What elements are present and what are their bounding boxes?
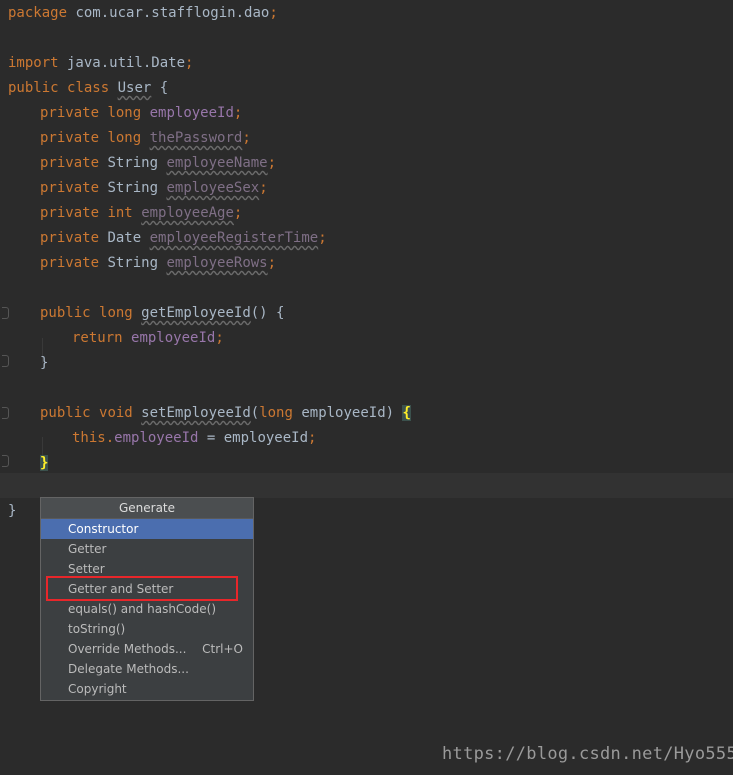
- code-line-close-brace: }: [40, 355, 49, 371]
- fold-marker-icon[interactable]: [2, 407, 9, 419]
- highlight-box: [46, 576, 238, 601]
- menu-item-tostring[interactable]: toString(): [41, 619, 253, 639]
- shortcut-label: Ctrl+O: [202, 642, 243, 656]
- watermark: https://blog.csdn.net/Hyo555: [442, 744, 733, 764]
- menu-item-constructor[interactable]: Constructor: [41, 519, 253, 539]
- code-line-getter-decl: public long getEmployeeId() {: [40, 305, 285, 321]
- menu-item-override-methods[interactable]: Override Methods... Ctrl+O: [41, 639, 253, 659]
- menu-item-delegate-methods[interactable]: Delegate Methods...: [41, 659, 253, 679]
- current-line-highlight: [0, 473, 733, 498]
- code-line-class-decl: public class User {: [8, 80, 169, 96]
- code-line-assign: this.employeeId = employeeId;: [72, 430, 317, 446]
- code-line-field: private long employeeId;: [40, 105, 243, 121]
- fold-marker-icon[interactable]: [2, 355, 9, 367]
- code-line-field: private long thePassword;: [40, 130, 251, 146]
- code-line-setter-decl: public void setEmployeeId(long employeeI…: [40, 405, 411, 421]
- menu-item-getter[interactable]: Getter: [41, 539, 253, 559]
- code-line-field: private String employeeSex;: [40, 180, 268, 196]
- fold-marker-icon[interactable]: [2, 307, 9, 319]
- fold-marker-icon[interactable]: [2, 455, 9, 467]
- code-line-field: private int employeeAge;: [40, 205, 243, 221]
- menu-item-copyright[interactable]: Copyright: [41, 679, 253, 699]
- code-line-close-brace: }: [40, 455, 49, 471]
- code-line-field: private Date employeeRegisterTime;: [40, 230, 327, 246]
- code-line-return: return employeeId;: [72, 330, 224, 346]
- code-line-import: import java.util.Date;: [8, 55, 194, 71]
- menu-item-equals-hashcode[interactable]: equals() and hashCode(): [41, 599, 253, 619]
- code-line-field: private String employeeName;: [40, 155, 277, 171]
- code-line-field: private String employeeRows;: [40, 255, 277, 271]
- popup-title: Generate: [41, 498, 253, 519]
- code-line-package: package com.ucar.stafflogin.dao;: [8, 5, 278, 21]
